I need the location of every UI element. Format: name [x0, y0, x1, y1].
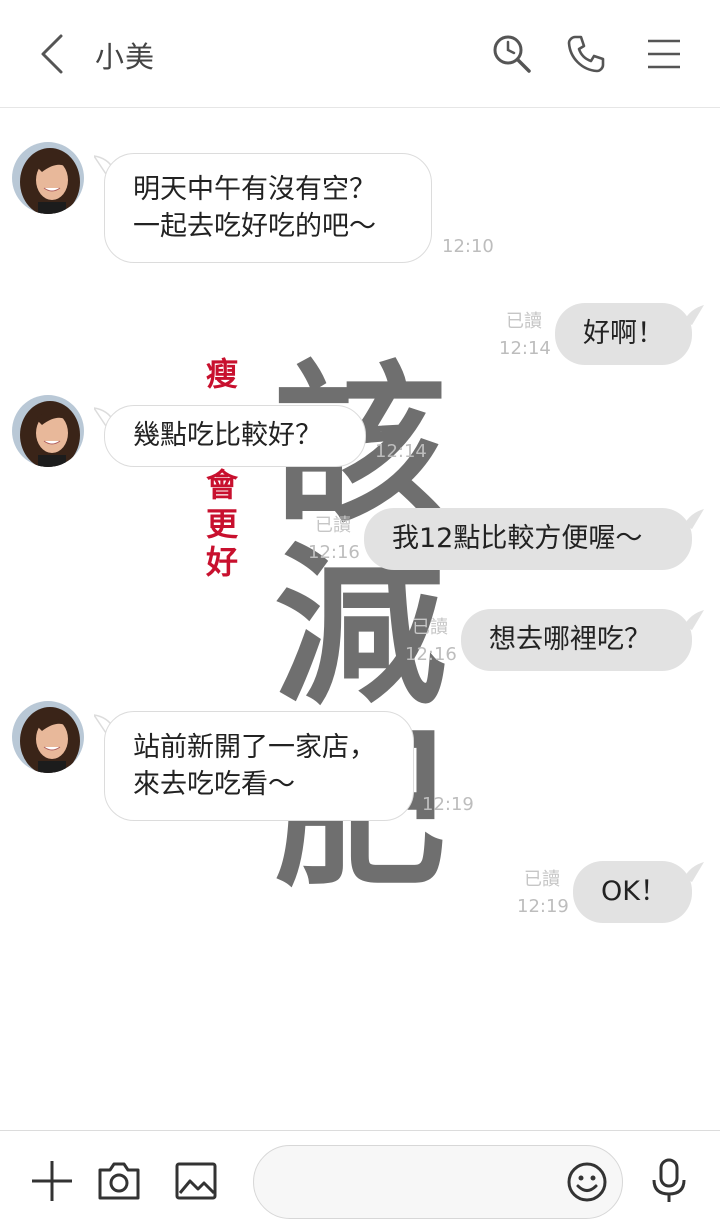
message-bubble-outgoing[interactable]: 想去哪裡吃？	[461, 609, 692, 671]
contact-avatar[interactable]	[12, 142, 84, 214]
message-bubble-incoming[interactable]: 幾點吃比較好？	[104, 405, 366, 467]
message-time: 12:14	[375, 441, 427, 462]
wallpaper-red-char-2: 會	[205, 466, 238, 504]
contact-avatar[interactable]	[12, 395, 84, 467]
call-button[interactable]	[562, 30, 610, 78]
emoji-button[interactable]	[560, 1155, 614, 1209]
message-text: 我12點比較方便喔～	[392, 523, 643, 554]
menu-button[interactable]	[640, 30, 688, 78]
read-receipt: 已讀	[412, 617, 448, 638]
message-time: 12:19	[422, 794, 474, 815]
phone-icon	[567, 35, 605, 73]
wallpaper-red-char-1: 瘦	[205, 355, 238, 393]
bubble-tail	[684, 509, 704, 529]
message-text: 好啊！	[583, 318, 664, 349]
message-time: 12:14	[499, 338, 551, 359]
chat-title: 小美	[95, 40, 156, 74]
search-button[interactable]	[488, 30, 536, 78]
plus-button[interactable]	[24, 1153, 80, 1209]
message-bubble-outgoing[interactable]: 好啊！	[555, 303, 692, 365]
hamburger-menu-icon	[648, 39, 680, 69]
microphone-icon	[652, 1158, 686, 1202]
message-bubble-outgoing[interactable]: 我12點比較方便喔～	[364, 508, 692, 570]
chevron-left-icon	[41, 34, 63, 74]
camera-icon	[98, 1162, 140, 1200]
message-bubble-outgoing[interactable]: OK！	[573, 861, 692, 923]
wallpaper-red-char-3: 更	[205, 505, 238, 543]
read-receipt: 已讀	[524, 869, 560, 890]
message-line: 一起去吃好吃的吧～	[133, 211, 376, 242]
message-bubble-incoming[interactable]: 明天中午有沒有空？ 一起去吃好吃的吧～	[104, 153, 432, 263]
clock-search-icon	[493, 35, 531, 73]
message-time: 12:16	[308, 542, 360, 563]
message-bubble-incoming[interactable]: 站前新開了一家店， 來去吃吃看～	[104, 711, 414, 821]
input-bar	[0, 1130, 720, 1232]
chat-header: 小美	[0, 0, 720, 108]
bubble-tail	[684, 305, 704, 325]
read-receipt: 已讀	[315, 515, 351, 536]
message-line: 來去吃吃看～	[133, 769, 295, 800]
message-line: 站前新開了一家店，	[133, 732, 376, 763]
message-time: 12:16	[405, 644, 457, 665]
image-button[interactable]	[168, 1153, 224, 1209]
microphone-button[interactable]	[641, 1153, 697, 1209]
camera-button[interactable]	[91, 1153, 147, 1209]
smiley-icon	[567, 1162, 607, 1202]
image-icon	[175, 1162, 217, 1200]
bubble-tail	[684, 610, 704, 630]
contact-avatar[interactable]	[12, 701, 84, 773]
bubble-tail	[684, 862, 704, 882]
read-receipt: 已讀	[506, 311, 542, 332]
message-text: OK！	[601, 876, 667, 907]
plus-icon	[32, 1161, 72, 1201]
message-line: 明天中午有沒有空？	[133, 174, 376, 205]
back-button[interactable]	[28, 28, 76, 80]
message-time: 12:10	[442, 236, 494, 257]
message-time: 12:19	[517, 896, 569, 917]
message-text: 想去哪裡吃？	[489, 624, 651, 655]
wallpaper-red-char-4: 好	[205, 543, 238, 581]
message-text: 幾點吃比較好？	[133, 420, 322, 451]
